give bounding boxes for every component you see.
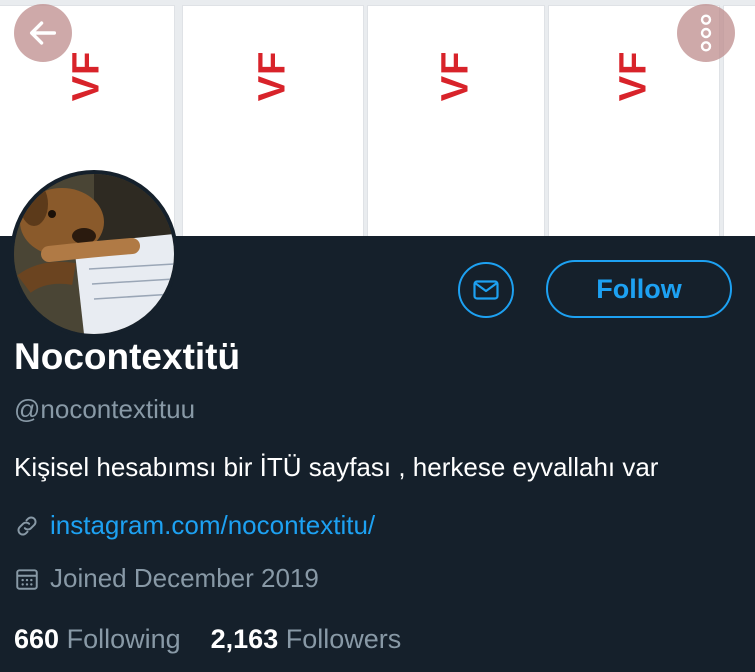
following-label: Following [66, 624, 181, 654]
back-button[interactable] [14, 4, 72, 62]
user-handle: @nocontextituu [14, 394, 196, 424]
followers-label: Followers [285, 624, 402, 654]
following-count: 660 [14, 624, 60, 654]
banner-mark: VF [65, 50, 108, 102]
more-options-button[interactable] [677, 4, 735, 62]
banner-mark: VF [434, 50, 477, 102]
joined-row: Joined December 2019 [14, 563, 319, 594]
banner-panel: VF [368, 6, 544, 236]
display-name: Nocontextitü [14, 336, 241, 377]
envelope-icon [473, 280, 499, 300]
joined-date: Joined December 2019 [50, 563, 319, 593]
avatar[interactable] [10, 170, 178, 338]
banner-mark: VF [612, 50, 655, 102]
followers-count: 2,163 [210, 624, 279, 654]
banner-mark: VF [251, 50, 294, 102]
avatar-image [14, 174, 174, 334]
calendar-icon [16, 568, 38, 590]
arrow-left-icon [29, 21, 57, 45]
website-row: instagram.com/nocontextitu/ [14, 510, 375, 541]
following-stat[interactable]: 660 Following [14, 624, 181, 655]
more-vertical-icon [700, 14, 712, 52]
message-button[interactable] [458, 262, 514, 318]
profile-stats: 660 Following 2,163 Followers [14, 624, 401, 655]
link-icon [17, 516, 37, 535]
profile-bio: Kişisel hesabımsı bir İTÜ sayfası , herk… [14, 452, 659, 482]
follow-button[interactable]: Follow [546, 260, 732, 318]
banner-panel: VF [183, 6, 363, 236]
followers-stat[interactable]: 2,163 Followers [211, 624, 402, 655]
website-link[interactable]: instagram.com/nocontextitu/ [50, 510, 375, 541]
